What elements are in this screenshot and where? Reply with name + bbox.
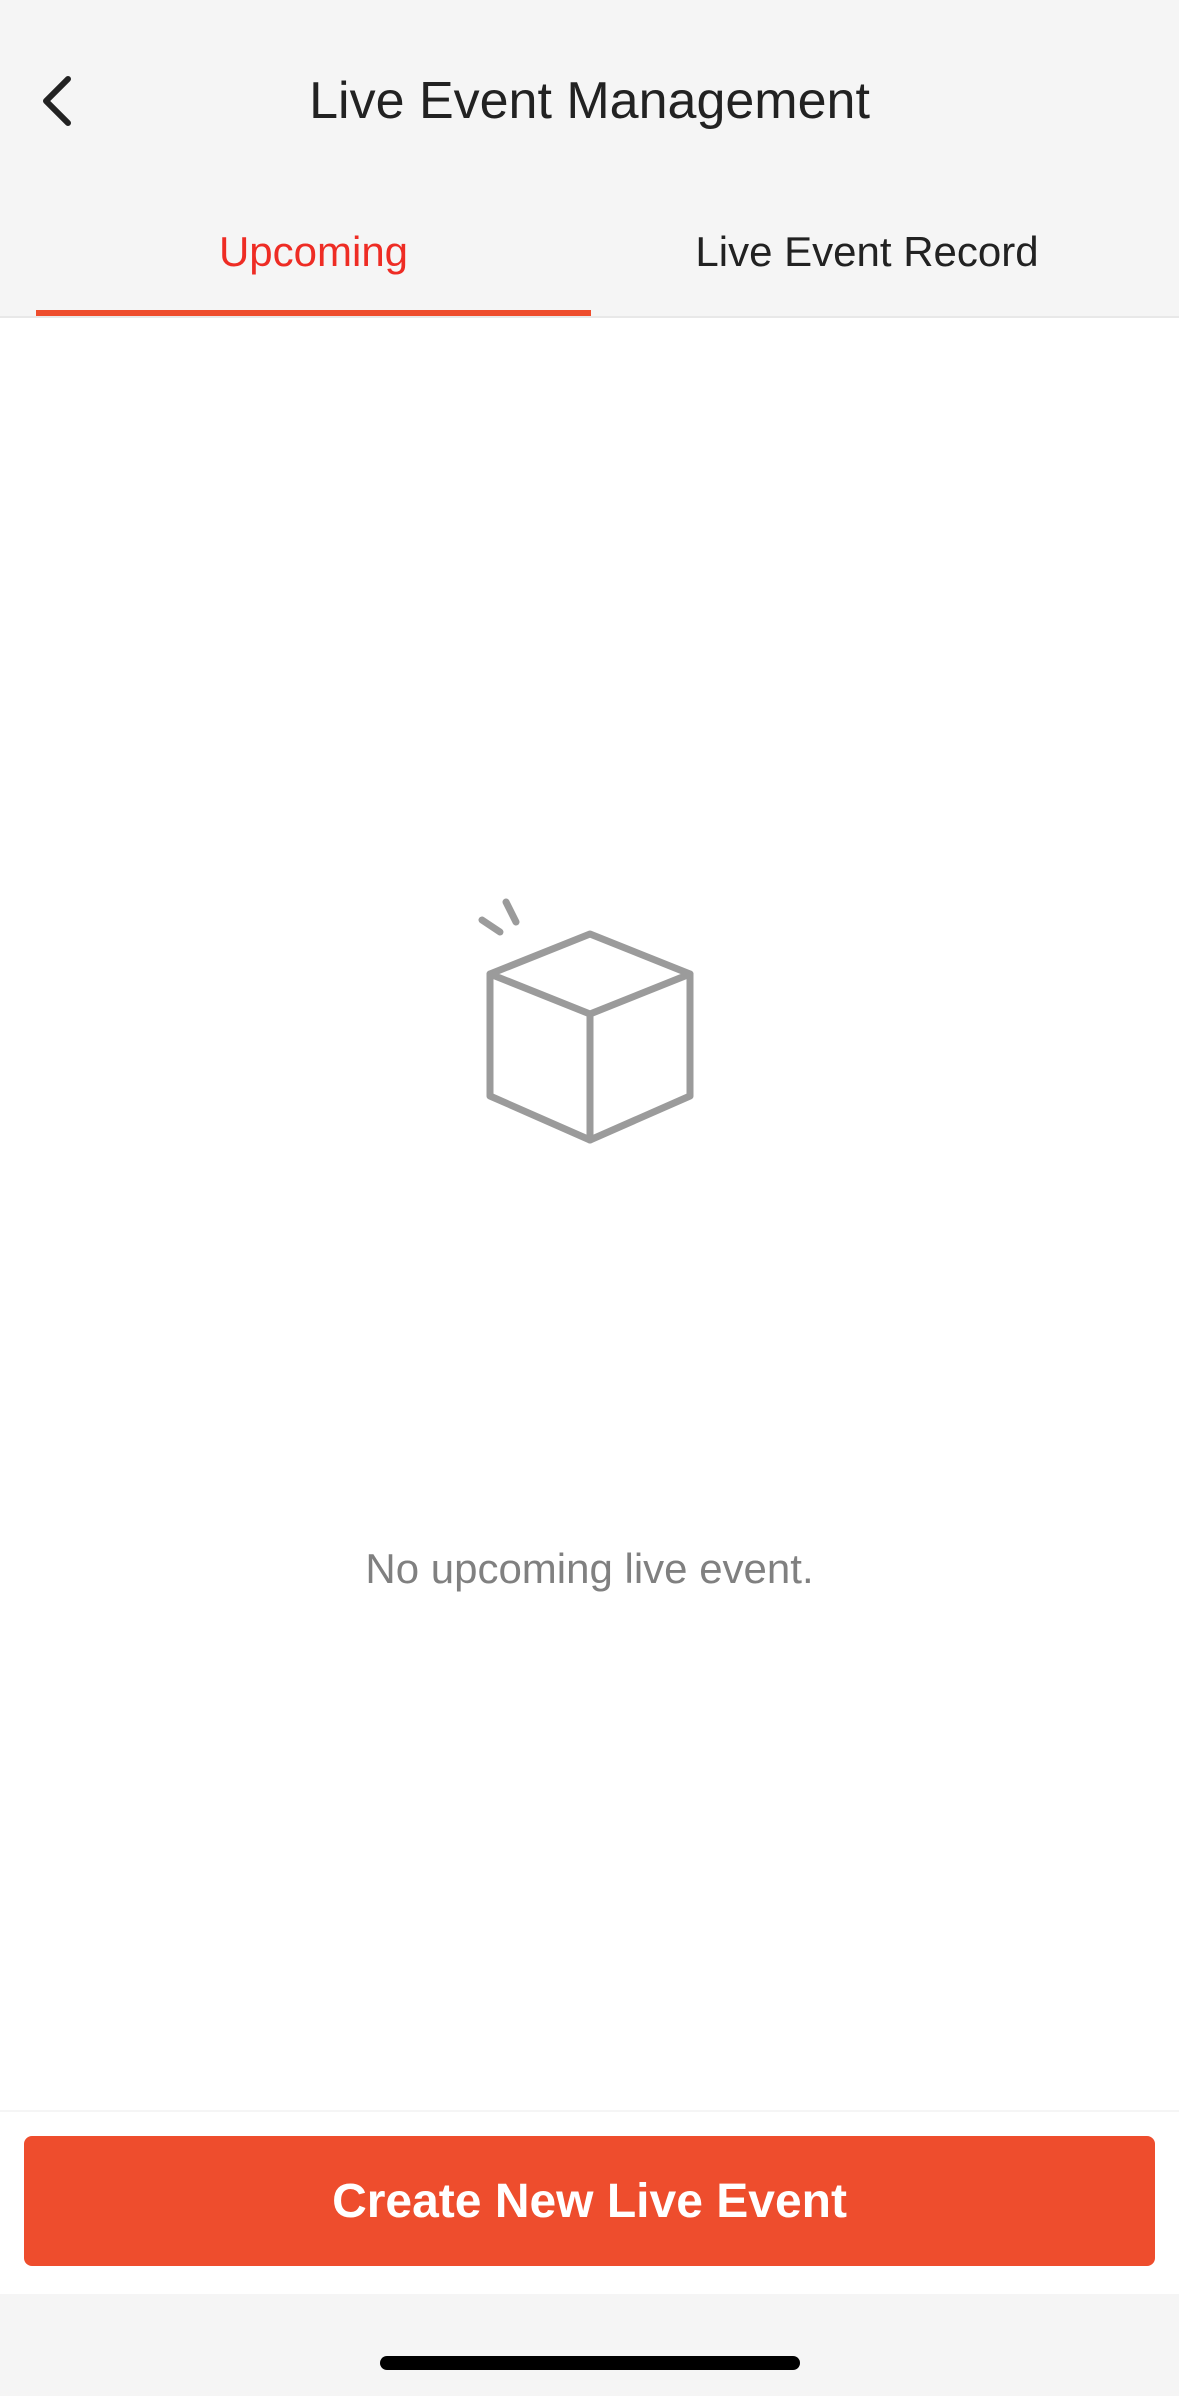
empty-state-message: No upcoming live event. [365,1545,814,1592]
empty-state-container: No upcoming live event. [0,318,1179,2110]
create-new-live-event-button[interactable]: Create New Live Event [24,2136,1155,2266]
tab-bar: Upcoming Live Event Record [0,200,1179,316]
home-indicator [380,2356,800,2370]
tab-upcoming[interactable]: Upcoming [36,200,591,316]
tab-upcoming-label: Upcoming [218,228,409,275]
empty-box-icon [478,898,694,1144]
top-bar: Live Event Management Upcoming Live Even… [0,0,1179,316]
footer-bar: Create New Live Event [0,2112,1179,2294]
page-title: Live Event Management [309,72,870,130]
tab-live-event-record[interactable]: Live Event Record [591,200,1143,316]
tab-live-event-record-label: Live Event Record [695,228,1039,275]
